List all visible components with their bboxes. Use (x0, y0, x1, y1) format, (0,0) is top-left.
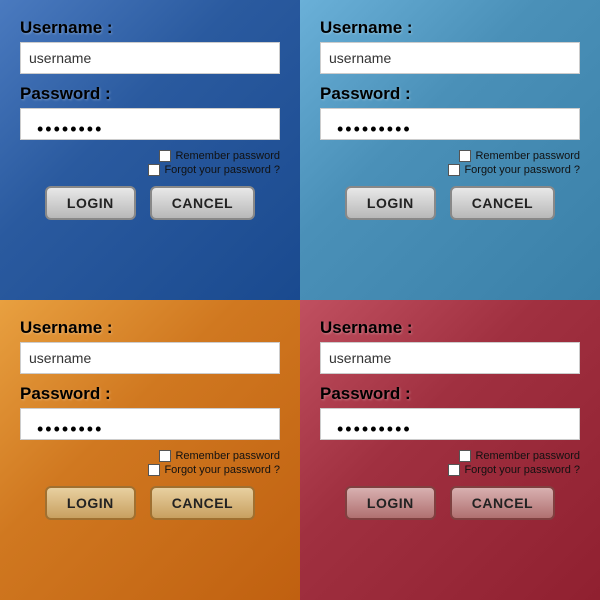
username-input[interactable] (320, 42, 580, 74)
password-dots: •••••••• (29, 419, 111, 439)
remember-password-row: Remember password (459, 150, 580, 162)
login-button[interactable]: LOGIN (45, 486, 136, 520)
login-button[interactable]: LOGIN (345, 486, 436, 520)
cancel-button[interactable]: CANCEL (150, 186, 255, 220)
username-label: Username : (20, 18, 280, 38)
login-button[interactable]: LOGIN (345, 186, 436, 220)
remember-password-checkbox[interactable] (459, 450, 471, 462)
password-input[interactable]: ••••••••• (320, 408, 580, 440)
forgot-password-checkbox[interactable] (148, 164, 160, 176)
remember-password-checkbox[interactable] (159, 150, 171, 162)
remember-password-checkbox[interactable] (459, 150, 471, 162)
login-button[interactable]: LOGIN (45, 186, 136, 220)
forgot-password-row: Forgot your password ? (448, 464, 580, 476)
button-group: LOGIN CANCEL (20, 486, 280, 520)
forgot-password-label: Forgot your password ? (464, 464, 580, 476)
button-group: LOGIN CANCEL (320, 186, 580, 220)
username-label: Username : (320, 318, 580, 338)
password-input[interactable]: ••••••••• (320, 108, 580, 140)
panel-light-blue: Username : Password : ••••••••• Remember… (300, 0, 600, 300)
password-label: Password : (320, 84, 580, 104)
password-label: Password : (20, 84, 280, 104)
username-input[interactable] (20, 42, 280, 74)
checkbox-group: Remember password Forgot your password ? (320, 150, 580, 176)
remember-password-row: Remember password (159, 450, 280, 462)
forgot-password-row: Forgot your password ? (448, 164, 580, 176)
remember-password-checkbox[interactable] (159, 450, 171, 462)
username-label: Username : (320, 18, 580, 38)
cancel-button[interactable]: CANCEL (450, 486, 555, 520)
button-group: LOGIN CANCEL (20, 186, 280, 220)
password-label: Password : (320, 384, 580, 404)
forgot-password-checkbox[interactable] (448, 164, 460, 176)
password-dots: ••••••••• (329, 119, 420, 139)
forgot-password-checkbox[interactable] (448, 464, 460, 476)
password-label: Password : (20, 384, 280, 404)
remember-password-label: Remember password (175, 150, 280, 162)
forgot-password-label: Forgot your password ? (164, 164, 280, 176)
panel-blue: Username : Password : •••••••• Remember … (0, 0, 300, 300)
cancel-button[interactable]: CANCEL (150, 486, 255, 520)
forgot-password-row: Forgot your password ? (148, 164, 280, 176)
password-dots: •••••••• (29, 119, 111, 139)
username-label: Username : (20, 318, 280, 338)
button-group: LOGIN CANCEL (320, 486, 580, 520)
password-dots: ••••••••• (329, 419, 420, 439)
cancel-button[interactable]: CANCEL (450, 186, 555, 220)
username-input[interactable] (20, 342, 280, 374)
remember-password-label: Remember password (475, 150, 580, 162)
forgot-password-label: Forgot your password ? (164, 464, 280, 476)
remember-password-label: Remember password (475, 450, 580, 462)
password-input[interactable]: •••••••• (20, 108, 280, 140)
forgot-password-row: Forgot your password ? (148, 464, 280, 476)
forgot-password-label: Forgot your password ? (464, 164, 580, 176)
remember-password-row: Remember password (159, 150, 280, 162)
remember-password-label: Remember password (175, 450, 280, 462)
checkbox-group: Remember password Forgot your password ? (20, 450, 280, 476)
panel-orange: Username : Password : •••••••• Remember … (0, 300, 300, 600)
remember-password-row: Remember password (459, 450, 580, 462)
panel-red: Username : Password : ••••••••• Remember… (300, 300, 600, 600)
username-input[interactable] (320, 342, 580, 374)
checkbox-group: Remember password Forgot your password ? (320, 450, 580, 476)
password-input[interactable]: •••••••• (20, 408, 280, 440)
checkbox-group: Remember password Forgot your password ? (20, 150, 280, 176)
forgot-password-checkbox[interactable] (148, 464, 160, 476)
